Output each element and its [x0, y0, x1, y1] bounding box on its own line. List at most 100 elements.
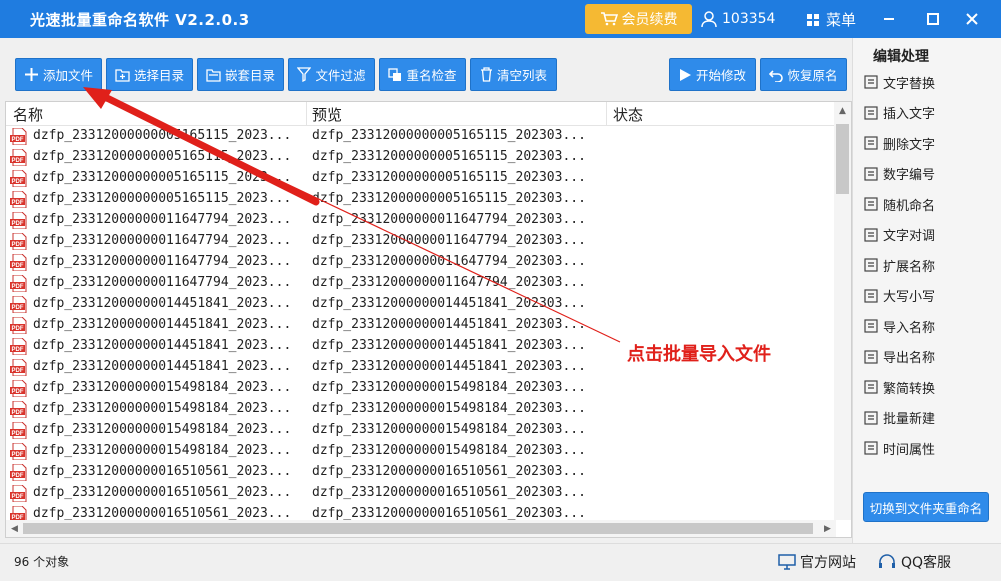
table-row[interactable]: PDF dzfp_23312000000015498184_2023... dzfp… — [6, 420, 834, 441]
table-row[interactable]: PDF dzfp_23312000000014451841_2023... dzfp… — [6, 315, 834, 336]
svg-text:PDF: PDF — [12, 242, 24, 248]
toolbar: 添加文件 选择目录 嵌套目录 文件过滤 重名检查 清空列表 开始修改 恢复原名 — [0, 38, 852, 100]
scroll-up-arrow[interactable]: ▲ — [834, 102, 851, 119]
menu-button[interactable]: 菜单 — [806, 9, 856, 30]
sidebar-item-delete[interactable]: 删除文字 — [863, 133, 935, 153]
pdf-file-icon: PDF — [10, 128, 27, 145]
vip-renew-button[interactable]: 会员续费 — [585, 4, 692, 34]
switch-folder-rename-button[interactable]: 切换到文件夹重命名 — [863, 492, 989, 522]
table-row[interactable]: PDF dzfp_23312000000016510561_2023... dzfp… — [6, 462, 834, 483]
svg-text:PDF: PDF — [12, 221, 24, 227]
official-website-link[interactable]: 官方网站 — [778, 552, 856, 572]
sidebar-item-shuffle[interactable]: 随机命名 — [863, 194, 935, 214]
clock-icon — [864, 441, 878, 455]
table-row[interactable]: PDF dzfp_23312000000005165115_2023... dzfp… — [6, 168, 834, 189]
nested-dir-button[interactable]: 嵌套目录 — [197, 58, 284, 91]
file-filter-button[interactable]: 文件过滤 — [288, 58, 375, 91]
close-icon — [966, 13, 978, 25]
select-dir-button[interactable]: 选择目录 — [106, 58, 193, 91]
clear-list-button[interactable]: 清空列表 — [470, 58, 557, 91]
pdf-file-icon: PDF — [10, 485, 27, 502]
file-name-cell: dzfp_23312000000014451841_2023... — [33, 359, 292, 374]
sidebar-item-import[interactable]: 导入名称 — [863, 316, 935, 336]
svg-text:PDF: PDF — [12, 368, 24, 374]
sidebar-item-label: 繁简转换 — [883, 381, 936, 397]
sidebar-item-extension[interactable]: 扩展名称 — [863, 255, 935, 275]
table-row[interactable]: PDF dzfp_23312000000011647794_2023... dzfp… — [6, 252, 834, 273]
column-status[interactable]: 状态 — [613, 104, 643, 125]
table-row[interactable]: PDF dzfp_23312000000015498184_2023... dzfp… — [6, 378, 834, 399]
table-row[interactable]: PDF dzfp_23312000000011647794_2023... dzfp… — [6, 273, 834, 294]
svg-text:PDF: PDF — [12, 137, 24, 143]
table-row[interactable]: PDF dzfp_23312000000005165115_2023... dzfp… — [6, 126, 834, 147]
switch-folder-rename-label: 切换到文件夹重命名 — [869, 500, 983, 516]
minimize-button[interactable] — [869, 0, 909, 38]
column-divider[interactable] — [606, 102, 607, 126]
sidebar-item-convert[interactable]: 繁简转换 — [863, 377, 935, 397]
file-preview-cell: dzfp_23312000000005165115_202303... — [312, 191, 586, 206]
svg-text:PDF: PDF — [12, 389, 24, 395]
restore-name-label: 恢复原名 — [787, 68, 838, 83]
sidebar-item-batch-new[interactable]: 批量新建 — [863, 408, 935, 428]
table-row[interactable]: PDF dzfp_23312000000015498184_2023... dzfp… — [6, 399, 834, 420]
pdf-file-icon: PDF — [10, 191, 27, 208]
sidebar-item-case[interactable]: 大写小写 — [863, 286, 935, 306]
menu-label: 菜单 — [826, 11, 857, 29]
sidebar-item-replace[interactable]: 文字替换 — [863, 72, 935, 92]
file-name-cell: dzfp_23312000000005165115_2023... — [33, 191, 292, 206]
pdf-file-icon: PDF — [10, 149, 27, 166]
swap-icon — [864, 227, 878, 242]
column-divider[interactable] — [306, 102, 307, 126]
file-list[interactable]: 名称 预览 状态 PDF dzfp_23312000000005165115_20… — [5, 101, 852, 538]
scroll-left-arrow[interactable]: ◀ — [6, 520, 23, 537]
maximize-button[interactable] — [913, 0, 953, 38]
rename-check-label: 重名检查 — [406, 68, 457, 83]
sidebar-item-export[interactable]: 导出名称 — [863, 347, 935, 367]
sidebar-item-insert[interactable]: 插入文字 — [863, 103, 935, 123]
clear-list-label: 清空列表 — [496, 68, 547, 83]
close-button[interactable] — [952, 0, 992, 38]
user-icon — [701, 11, 717, 28]
file-preview-cell: dzfp_23312000000016510561_202303... — [312, 464, 586, 479]
sidebar-item-clock[interactable]: 时间属性 — [863, 438, 935, 458]
convert-icon — [864, 380, 878, 394]
file-name-cell: dzfp_23312000000016510561_2023... — [33, 506, 292, 521]
file-preview-cell: dzfp_23312000000015498184_202303... — [312, 422, 586, 437]
table-row[interactable]: PDF dzfp_23312000000015498184_2023... dzfp… — [6, 441, 834, 462]
file-name-cell: dzfp_23312000000015498184_2023... — [33, 443, 292, 458]
table-row[interactable]: PDF dzfp_23312000000005165115_2023... dzfp… — [6, 189, 834, 210]
horizontal-scrollbar[interactable]: ◀ ▶ — [6, 520, 836, 537]
start-modify-button[interactable]: 开始修改 — [669, 58, 756, 91]
column-name[interactable]: 名称 — [13, 104, 43, 125]
sidebar-item-label: 删除文字 — [883, 137, 936, 153]
table-row[interactable]: PDF dzfp_23312000000005165115_2023... dzfp… — [6, 147, 834, 168]
restore-name-button[interactable]: 恢复原名 — [760, 58, 847, 91]
app-title: 光速批量重命名软件 V2.2.0.3 — [30, 11, 250, 29]
pdf-file-icon: PDF — [10, 233, 27, 250]
vertical-scroll-thumb[interactable] — [836, 124, 849, 194]
object-count: 96 个对象 — [14, 555, 70, 569]
table-row[interactable]: PDF dzfp_23312000000011647794_2023... dzfp… — [6, 210, 834, 231]
svg-text:PDF: PDF — [12, 158, 24, 164]
user-account[interactable]: 103354 — [700, 10, 775, 28]
shuffle-icon — [864, 197, 878, 211]
add-file-button[interactable]: 添加文件 — [15, 58, 102, 91]
svg-text:PDF: PDF — [12, 284, 24, 290]
rename-check-button[interactable]: 重名检查 — [379, 58, 466, 91]
table-row[interactable]: PDF dzfp_23312000000016510561_2023... dzfp… — [6, 483, 834, 504]
sidebar-item-label: 时间属性 — [883, 442, 936, 458]
column-preview[interactable]: 预览 — [312, 104, 342, 125]
file-name-cell: dzfp_23312000000011647794_2023... — [33, 233, 292, 248]
monitor-icon — [778, 554, 796, 570]
file-name-cell: dzfp_23312000000014451841_2023... — [33, 317, 292, 332]
vertical-scrollbar[interactable]: ▲ — [834, 102, 851, 520]
add-file-label: 添加文件 — [42, 68, 93, 83]
sidebar-item-swap[interactable]: 文字对调 — [863, 225, 935, 245]
svg-text:PDF: PDF — [12, 452, 24, 458]
scroll-right-arrow[interactable]: ▶ — [819, 520, 836, 537]
sidebar-item-number[interactable]: 数字编号 — [863, 164, 935, 184]
horizontal-scroll-thumb[interactable] — [23, 523, 813, 534]
qq-service-link[interactable]: QQ客服 — [877, 552, 951, 572]
table-row[interactable]: PDF dzfp_23312000000014451841_2023... dzfp… — [6, 294, 834, 315]
table-row[interactable]: PDF dzfp_23312000000011647794_2023... dzfp… — [6, 231, 834, 252]
